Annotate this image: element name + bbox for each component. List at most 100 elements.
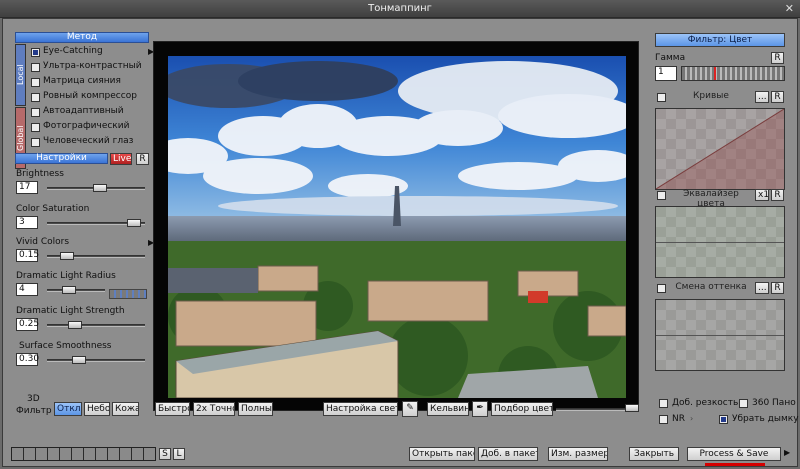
gamma-input[interactable]: 1 xyxy=(655,66,677,81)
resize-button[interactable]: Изм. размер xyxy=(548,447,608,461)
equalizer-reset-button[interactable]: R xyxy=(771,189,784,201)
tonemapping-dialog: Метод Local Global Eye-Catching Ультра-ко… xyxy=(2,18,799,467)
pano360-label: 360 Пано xyxy=(752,398,796,408)
local-tab-label: Local xyxy=(16,64,25,86)
load-slot-button[interactable]: L xyxy=(173,448,185,460)
settings-reset-button[interactable]: R xyxy=(136,153,149,165)
curves-checkbox[interactable] xyxy=(657,93,666,102)
sharpen-checkbox[interactable] xyxy=(659,399,668,408)
close-button[interactable]: Закрыть xyxy=(629,447,679,461)
hue-shift-label: Смена оттенка xyxy=(675,282,747,292)
param-slider-thumb[interactable] xyxy=(62,286,77,294)
param-slider-thumb[interactable] xyxy=(72,356,87,364)
param-value-input[interactable]: 17 xyxy=(16,181,38,194)
nr-checkbox[interactable] xyxy=(659,415,668,424)
process-save-accent xyxy=(705,463,765,466)
method-checkbox[interactable] xyxy=(31,108,40,117)
slot-strip[interactable] xyxy=(11,447,156,461)
param-label: Brightness xyxy=(16,169,64,179)
window-titlebar: Тонмаппинг ✕ xyxy=(0,0,800,18)
param-value-input[interactable]: 3 xyxy=(16,216,38,229)
filter3d-off-button[interactable]: Откл. xyxy=(54,402,82,416)
gamma-marker xyxy=(714,67,716,80)
param-label: Color Saturation xyxy=(16,204,90,214)
gamma-reset-button[interactable]: R xyxy=(771,52,784,64)
curves-label: Кривые xyxy=(693,91,729,101)
preview-image[interactable] xyxy=(168,56,626,398)
color-match-thumb[interactable] xyxy=(625,404,639,412)
kelvin-button[interactable]: Кельвин xyxy=(427,402,469,416)
curves-graph[interactable] xyxy=(655,108,785,190)
param-value-input[interactable]: 4 xyxy=(16,283,38,296)
method-item-label[interactable]: Автоадаптивный xyxy=(43,106,124,116)
filter3d-skin-button[interactable]: Кожа xyxy=(112,402,139,416)
curves-more-button[interactable]: ... xyxy=(755,91,769,103)
param-slider[interactable] xyxy=(47,324,145,327)
method-checkbox[interactable] xyxy=(31,48,40,57)
method-item-label[interactable]: Человеческий глаз xyxy=(43,136,133,146)
add-to-batch-button[interactable]: Доб. в пакет xyxy=(478,447,538,461)
curves-reset-button[interactable]: R xyxy=(771,91,784,103)
method-checkbox[interactable] xyxy=(31,93,40,102)
param-slider-thumb[interactable] xyxy=(59,252,74,260)
color-match-button[interactable]: Подбор цвета xyxy=(491,402,553,416)
param-label: Dramatic Light Radius xyxy=(16,271,116,281)
dehaze-checkbox[interactable] xyxy=(719,415,728,424)
quality-2x-button[interactable]: 2х Точно xyxy=(193,402,235,416)
light-settings-button[interactable]: Настройка света xyxy=(323,402,398,416)
method-checkbox[interactable] xyxy=(31,138,40,147)
param-label: Vivid Colors xyxy=(16,237,70,247)
method-header: Метод xyxy=(15,32,149,43)
param-slider[interactable] xyxy=(47,359,145,362)
filter-color-button[interactable]: Фильтр: Цвет xyxy=(655,33,785,47)
param-value-input[interactable]: 0.30 xyxy=(16,353,39,366)
preview-frame xyxy=(153,41,639,411)
filter3d-sky-button[interactable]: Небо xyxy=(84,402,110,416)
param-value-input[interactable]: 0.25 xyxy=(16,318,39,331)
curves-line xyxy=(656,109,784,189)
quality-fast-button[interactable]: Быстро xyxy=(155,402,190,416)
method-checkbox[interactable] xyxy=(31,63,40,72)
close-icon[interactable]: ✕ xyxy=(785,0,794,18)
nr-arrow-icon[interactable]: › xyxy=(690,414,693,423)
open-batch-button[interactable]: Открыть пакет xyxy=(409,447,475,461)
quality-full-button[interactable]: Полный xyxy=(238,402,273,416)
method-checkbox[interactable] xyxy=(31,123,40,132)
param-slider-thumb[interactable] xyxy=(126,219,141,227)
method-item-label[interactable]: Ровный компрессор xyxy=(43,91,137,101)
pano360-checkbox[interactable] xyxy=(739,399,748,408)
method-local-tab[interactable]: Local xyxy=(15,44,26,106)
dehaze-label: Убрать дымку xyxy=(732,414,799,424)
equalizer-checkbox[interactable] xyxy=(657,191,666,200)
method-item-label[interactable]: Матрица сияния xyxy=(43,76,121,86)
hue-shift-reset-button[interactable]: R xyxy=(771,282,784,294)
equalizer-graph[interactable] xyxy=(655,206,785,278)
color-match-slider[interactable] xyxy=(556,408,636,411)
equalizer-x1-button[interactable]: x1 xyxy=(755,189,769,201)
gamma-gradient-slider[interactable] xyxy=(681,66,785,81)
method-item-label[interactable]: Фотографический xyxy=(43,121,129,131)
process-save-menu-icon[interactable]: ▶ xyxy=(784,448,790,457)
param-value-input[interactable]: 0.15 xyxy=(16,249,39,262)
window-title: Тонмаппинг xyxy=(368,3,432,14)
eyedropper-icon[interactable]: ✒ xyxy=(472,401,488,417)
param-label: Dramatic Light Strength xyxy=(16,306,125,316)
method-item-label[interactable]: Ультра-контрастный xyxy=(43,61,142,71)
live-button[interactable]: Live xyxy=(110,153,132,165)
param-slider-thumb[interactable] xyxy=(93,184,108,192)
param-slider-thumb[interactable] xyxy=(68,321,82,329)
equalizer-midline xyxy=(656,242,784,243)
hue-shift-more-button[interactable]: ... xyxy=(755,282,769,294)
nr-label: NR xyxy=(672,414,685,424)
method-item-label[interactable]: Eye-Catching xyxy=(43,46,103,56)
method-checkbox[interactable] xyxy=(31,78,40,87)
radius-range-indicator xyxy=(109,289,147,299)
sharpen-label: Доб. резкость xyxy=(672,398,739,408)
hue-shift-graph[interactable] xyxy=(655,299,785,371)
filter3d-label-top: 3D xyxy=(27,394,40,404)
hue-shift-midline xyxy=(656,335,784,336)
light-picker-icon[interactable]: ✎ xyxy=(402,401,418,417)
process-save-button[interactable]: Process & Save xyxy=(687,447,781,461)
hue-shift-checkbox[interactable] xyxy=(657,284,666,293)
save-slot-button[interactable]: S xyxy=(159,448,171,460)
